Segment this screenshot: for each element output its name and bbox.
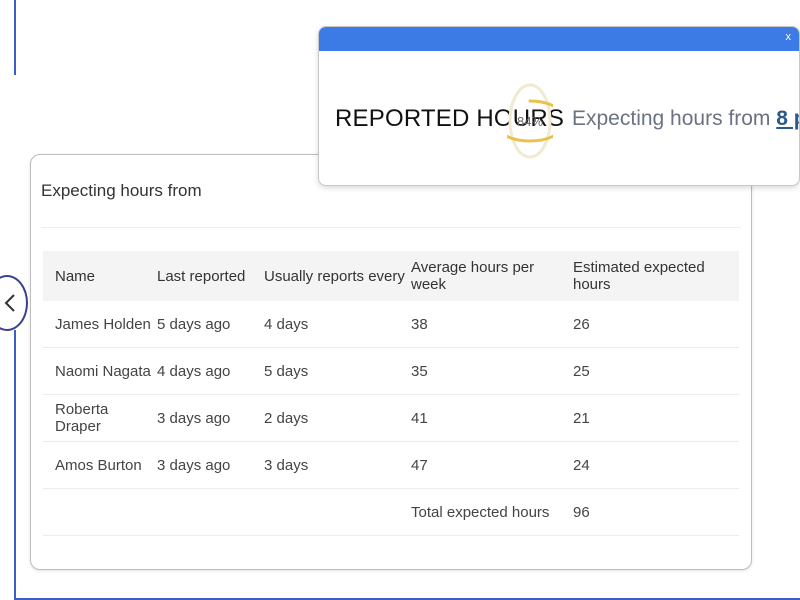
expecting-hours-label: Expecting hours from xyxy=(572,107,771,130)
cell-usually-reports: 3 days xyxy=(264,456,309,474)
cell-estimated-hours: 26 xyxy=(573,315,590,333)
table-header: Name Last reported Usually reports every… xyxy=(43,251,739,301)
column-header-usually-reports-every: Usually reports every xyxy=(264,267,405,285)
table-row: Roberta Draper 3 days ago 2 days 41 21 xyxy=(43,395,739,442)
expecting-hours-table: Name Last reported Usually reports every… xyxy=(43,251,739,536)
gauge-percent-label: 84% xyxy=(516,113,544,129)
cell-usually-reports: 5 days xyxy=(264,362,309,380)
table-total-row: Total expected hours 96 xyxy=(43,489,739,536)
frame-border-left-top xyxy=(14,0,16,75)
cell-estimated-hours: 25 xyxy=(573,362,590,380)
cell-usually-reports: 2 days xyxy=(264,409,309,427)
cell-last-reported: 4 days ago xyxy=(157,362,231,380)
cell-average-hours: 35 xyxy=(411,362,428,380)
cell-name: Roberta Draper xyxy=(55,401,109,435)
column-header-estimated-hours: Estimated expected hours xyxy=(573,259,705,293)
table-row: James Holden 5 days ago 4 days 38 26 xyxy=(43,301,739,348)
cell-name: James Holden xyxy=(55,315,151,333)
expecting-hours-text: Expecting hours from 8 people xyxy=(572,107,799,131)
table-row: Naomi Nagata 4 days ago 5 days 35 25 xyxy=(43,348,739,395)
cell-last-reported: 5 days ago xyxy=(157,315,231,333)
cell-average-hours: 38 xyxy=(411,315,428,333)
previous-button[interactable] xyxy=(0,275,28,331)
column-header-name: Name xyxy=(55,267,96,285)
people-link[interactable]: 8 people xyxy=(776,107,799,130)
cell-average-hours: 47 xyxy=(411,456,428,474)
divider xyxy=(41,227,741,228)
cell-estimated-hours: 24 xyxy=(573,456,590,474)
chevron-left-icon xyxy=(4,294,15,312)
column-header-average-hours: Average hours per week xyxy=(411,259,535,293)
total-label: Total expected hours xyxy=(411,503,550,521)
table-row: Amos Burton 3 days ago 3 days 47 24 xyxy=(43,442,739,489)
close-button[interactable]: x xyxy=(786,31,792,43)
popup-header-bar: x xyxy=(319,27,799,51)
cell-name: Amos Burton xyxy=(55,456,142,474)
total-value: 96 xyxy=(573,503,590,521)
cell-last-reported: 3 days ago xyxy=(157,409,231,427)
frame-border-left-bottom xyxy=(14,330,16,600)
card-title: Expecting hours from xyxy=(41,181,202,200)
column-header-last-reported: Last reported xyxy=(157,267,246,285)
reported-hours-popup: x REPORTED HOURS 84% Expecting hours fro… xyxy=(318,26,800,186)
cell-last-reported: 3 days ago xyxy=(157,456,231,474)
reported-hours-gauge: 84% xyxy=(492,81,568,161)
cell-usually-reports: 4 days xyxy=(264,315,309,333)
cell-name: Naomi Nagata xyxy=(55,362,151,380)
expecting-hours-card: Expecting hours from Name Last reported … xyxy=(30,154,752,570)
cell-estimated-hours: 21 xyxy=(573,409,590,427)
cell-average-hours: 41 xyxy=(411,409,428,427)
